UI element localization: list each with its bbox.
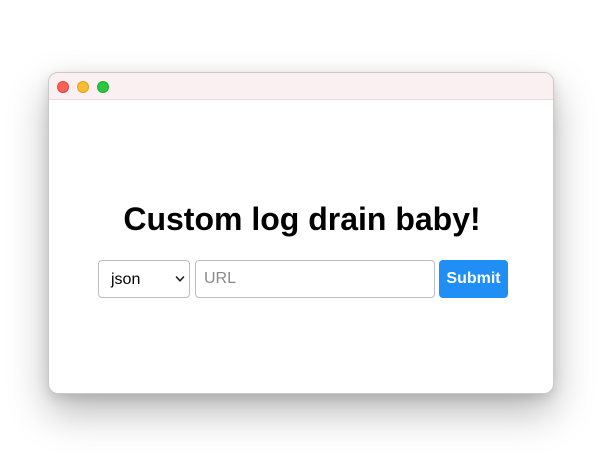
minimize-window-button[interactable] [77,81,89,93]
url-input[interactable] [195,260,435,298]
zoom-window-button[interactable] [97,81,109,93]
format-select-value: json [111,271,141,288]
close-window-button[interactable] [57,81,69,93]
window-titlebar[interactable] [49,73,553,100]
browser-window: Custom log drain baby! json Submit [48,72,554,394]
desktop-stage: Custom log drain baby! json Submit [0,0,602,462]
page-title: Custom log drain baby! [123,201,481,237]
submit-button[interactable]: Submit [439,260,508,298]
chevron-down-icon [175,276,185,282]
format-select[interactable]: json [98,260,190,298]
